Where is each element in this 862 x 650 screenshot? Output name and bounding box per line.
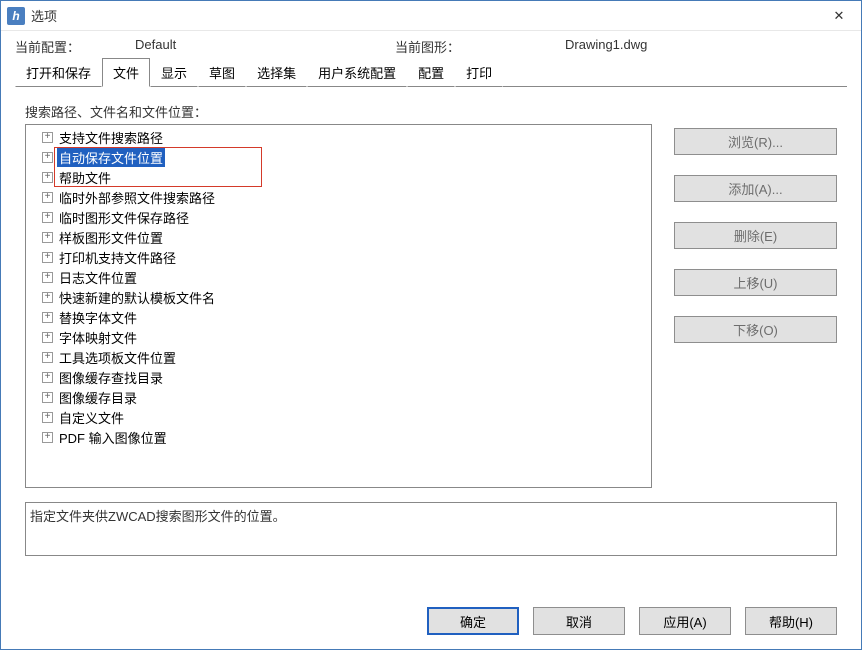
tab-3[interactable]: 草图	[198, 58, 246, 87]
expand-icon[interactable]: +	[42, 352, 53, 363]
expand-icon[interactable]: +	[42, 252, 53, 263]
tree-item[interactable]: + 临时外部参照文件搜索路径	[26, 187, 651, 207]
tree-item[interactable]: + 图像缓存目录	[26, 387, 651, 407]
tab-1[interactable]: 文件	[102, 58, 150, 87]
tree-item-label: 工具选项板文件位置	[57, 348, 178, 367]
window-title: 选项	[31, 6, 57, 25]
ok-button[interactable]: 确定	[427, 607, 519, 635]
tree-item[interactable]: + 支持文件搜索路径	[26, 127, 651, 147]
expand-icon[interactable]: +	[42, 372, 53, 383]
tab-7[interactable]: 打印	[455, 58, 503, 87]
tree-item-label: 支持文件搜索路径	[57, 128, 165, 147]
options-dialog: h 选项 ✕ 当前配置： Default 当前图形： Drawing1.dwg …	[0, 0, 862, 650]
app-icon: h	[7, 7, 25, 25]
close-button[interactable]: ✕	[817, 1, 861, 31]
tree-item-label: 自动保存文件位置	[57, 148, 165, 167]
tree-item-label: 快速新建的默认模板文件名	[57, 288, 217, 307]
tree-item-label: 日志文件位置	[57, 268, 139, 287]
description-box: 指定文件夹供ZWCAD搜索图形文件的位置。	[25, 502, 837, 556]
tab-4[interactable]: 选择集	[246, 58, 307, 87]
expand-icon[interactable]: +	[42, 152, 53, 163]
tree-item[interactable]: + 自定义文件	[26, 407, 651, 427]
description-text: 指定文件夹供ZWCAD搜索图形文件的位置。	[30, 509, 286, 524]
tree-item[interactable]: + 工具选项板文件位置	[26, 347, 651, 367]
expand-icon[interactable]: +	[42, 332, 53, 343]
tree-item[interactable]: + PDF 输入图像位置	[26, 427, 651, 447]
tree-item-label: 临时外部参照文件搜索路径	[57, 188, 217, 207]
info-row: 当前配置： Default 当前图形： Drawing1.dwg	[1, 31, 861, 58]
tree-item[interactable]: + 样板图形文件位置	[26, 227, 651, 247]
drawing-value: Drawing1.dwg	[565, 37, 647, 56]
section-label: 搜索路径、文件名和文件位置：	[25, 102, 837, 121]
side-buttons: 浏览(R)... 添加(A)... 删除(E) 上移(U) 下移(O)	[674, 124, 837, 488]
tree-item-label: 替换字体文件	[57, 308, 139, 327]
tree-item-label: 样板图形文件位置	[57, 228, 165, 247]
tree-item[interactable]: + 快速新建的默认模板文件名	[26, 287, 651, 307]
expand-icon[interactable]: +	[42, 292, 53, 303]
expand-icon[interactable]: +	[42, 192, 53, 203]
tree-item-label: 自定义文件	[57, 408, 126, 427]
expand-icon[interactable]: +	[42, 392, 53, 403]
tree-item-label: 临时图形文件保存路径	[57, 208, 191, 227]
help-button[interactable]: 帮助(H)	[745, 607, 837, 635]
expand-icon[interactable]: +	[42, 272, 53, 283]
remove-button[interactable]: 删除(E)	[674, 222, 837, 249]
movedown-button[interactable]: 下移(O)	[674, 316, 837, 343]
expand-icon[interactable]: +	[42, 212, 53, 223]
profile-label: 当前配置：	[15, 37, 135, 56]
tree-item-label: 图像缓存目录	[57, 388, 139, 407]
tree-item[interactable]: + 临时图形文件保存路径	[26, 207, 651, 227]
expand-icon[interactable]: +	[42, 412, 53, 423]
cancel-button[interactable]: 取消	[533, 607, 625, 635]
expand-icon[interactable]: +	[42, 232, 53, 243]
tree-item[interactable]: + 帮助文件	[26, 167, 651, 187]
tab-2[interactable]: 显示	[150, 58, 198, 87]
tab-strip: 打开和保存文件显示草图选择集用户系统配置配置打印	[1, 58, 861, 88]
tab-0[interactable]: 打开和保存	[15, 58, 102, 87]
apply-button[interactable]: 应用(A)	[639, 607, 731, 635]
expand-icon[interactable]: +	[42, 132, 53, 143]
drawing-label: 当前图形：	[395, 37, 565, 56]
close-icon: ✕	[834, 8, 845, 24]
tree-item-label: 打印机支持文件路径	[57, 248, 178, 267]
expand-icon[interactable]: +	[42, 172, 53, 183]
tab-5[interactable]: 用户系统配置	[307, 58, 407, 87]
tree-item-label: 帮助文件	[57, 168, 113, 187]
footer: 确定 取消 应用(A) 帮助(H)	[1, 595, 861, 649]
profile-value: Default	[135, 37, 395, 56]
tab-6[interactable]: 配置	[407, 58, 455, 87]
titlebar: h 选项 ✕	[1, 1, 861, 31]
expand-icon[interactable]: +	[42, 312, 53, 323]
tree-view[interactable]: + 支持文件搜索路径 + 自动保存文件位置 + 帮助文件 + 临时外部参照文件搜索路径 + 临时图…	[25, 124, 652, 488]
expand-icon[interactable]: +	[42, 432, 53, 443]
tree-item-label: 图像缓存查找目录	[57, 368, 165, 387]
browse-button[interactable]: 浏览(R)...	[674, 128, 837, 155]
tree-item[interactable]: + 图像缓存查找目录	[26, 367, 651, 387]
tree-item-label: PDF 输入图像位置	[57, 428, 169, 447]
tree-item[interactable]: + 打印机支持文件路径	[26, 247, 651, 267]
tree-item[interactable]: + 字体映射文件	[26, 327, 651, 347]
add-button[interactable]: 添加(A)...	[674, 175, 837, 202]
tree-item-label: 字体映射文件	[57, 328, 139, 347]
tree-item[interactable]: + 自动保存文件位置	[26, 147, 651, 167]
tree-item[interactable]: + 替换字体文件	[26, 307, 651, 327]
tree-item[interactable]: + 日志文件位置	[26, 267, 651, 287]
moveup-button[interactable]: 上移(U)	[674, 269, 837, 296]
